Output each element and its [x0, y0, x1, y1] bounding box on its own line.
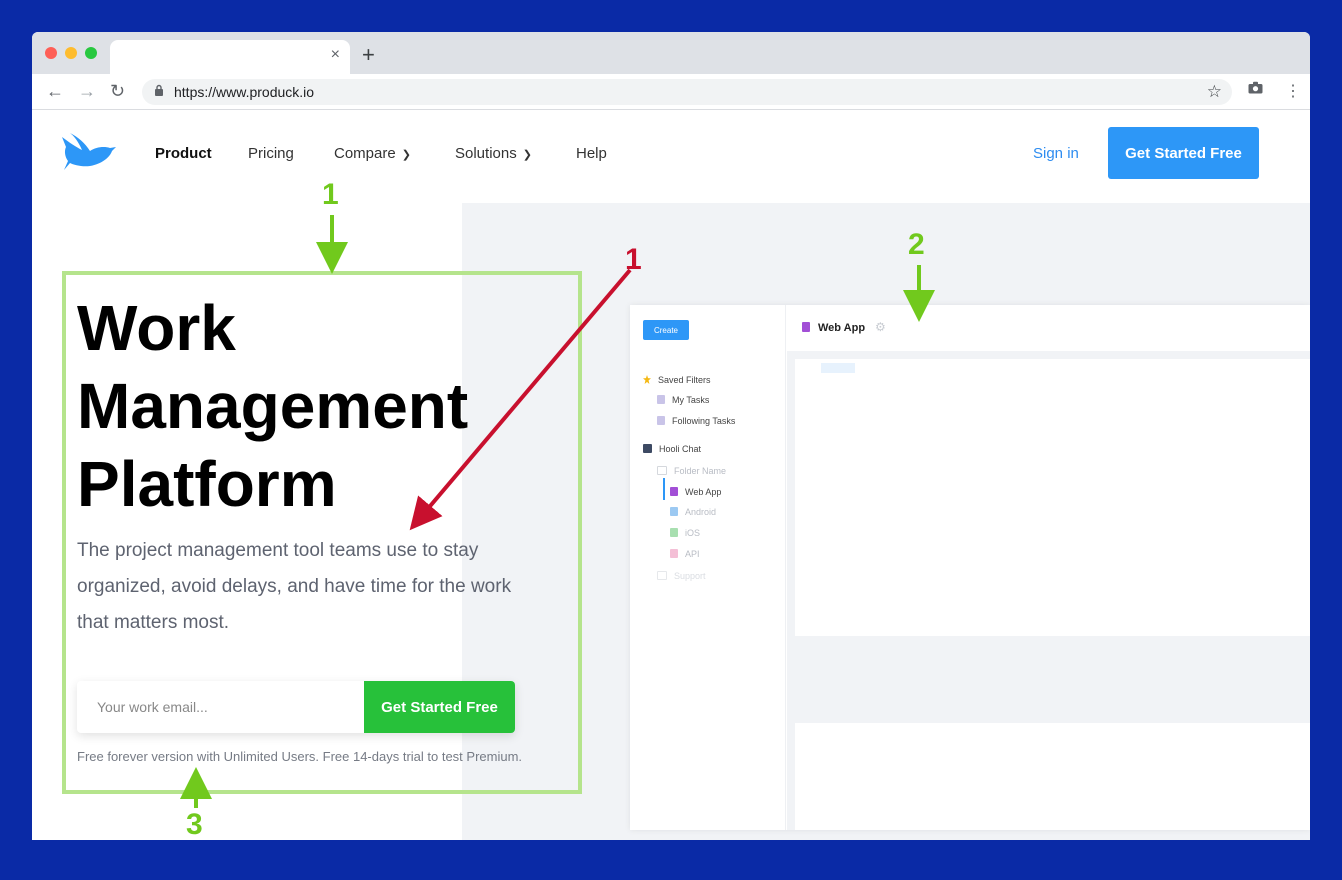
- annotation-arrows: [180, 215, 935, 808]
- annotation-arrow: [409, 268, 632, 531]
